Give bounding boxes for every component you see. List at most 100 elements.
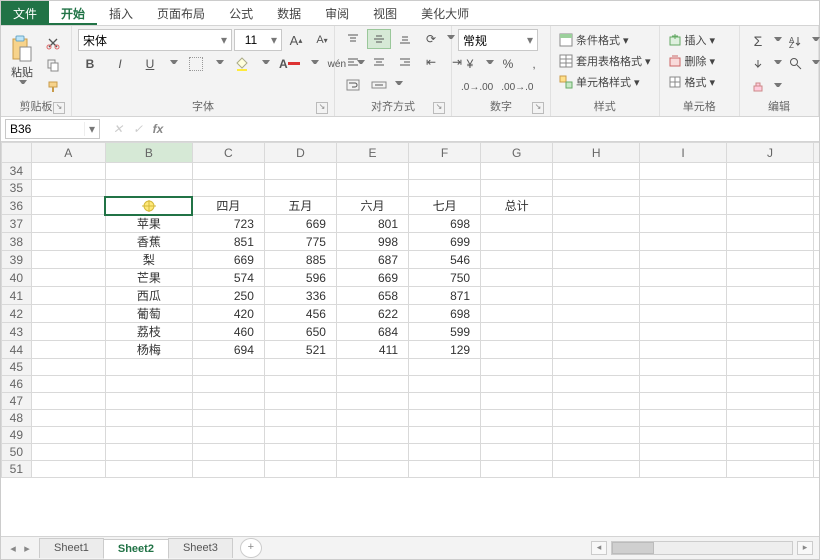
number-format-combo[interactable]: ▾ xyxy=(458,29,538,51)
comma-button[interactable]: , xyxy=(522,54,546,74)
cell-K51[interactable] xyxy=(813,461,819,478)
enter-formula-button[interactable]: ✓ xyxy=(130,122,146,136)
cell-A45[interactable] xyxy=(31,359,105,376)
cell-H46[interactable] xyxy=(553,376,640,393)
cell-A43[interactable] xyxy=(31,323,105,341)
nav-first-icon[interactable]: ◂ xyxy=(7,542,19,555)
tab-data[interactable]: 数据 xyxy=(265,1,313,25)
hscroll-track[interactable] xyxy=(611,541,793,555)
tab-beautify[interactable]: 美化大师 xyxy=(409,1,481,25)
cell-F43[interactable]: 599 xyxy=(409,323,481,341)
cell-F46[interactable] xyxy=(409,376,481,393)
cell-F44[interactable]: 129 xyxy=(409,341,481,359)
cell-E50[interactable] xyxy=(336,444,408,461)
cell-G47[interactable] xyxy=(481,393,553,410)
row-header-46[interactable]: 46 xyxy=(2,376,32,393)
cell-E38[interactable]: 998 xyxy=(336,233,408,251)
row-header-44[interactable]: 44 xyxy=(2,341,32,359)
cell-A38[interactable] xyxy=(31,233,105,251)
cell-K42[interactable] xyxy=(813,305,819,323)
cell-C34[interactable] xyxy=(192,163,264,180)
cell-A46[interactable] xyxy=(31,376,105,393)
cell-G51[interactable] xyxy=(481,461,553,478)
chevron-down-icon[interactable] xyxy=(812,60,820,68)
cell-D42[interactable]: 456 xyxy=(264,305,336,323)
cell-E48[interactable] xyxy=(336,410,408,427)
cell-H45[interactable] xyxy=(553,359,640,376)
cell-K48[interactable] xyxy=(813,410,819,427)
align-bottom-button[interactable] xyxy=(393,29,417,49)
cell-C50[interactable] xyxy=(192,444,264,461)
table-format-button[interactable]: 套用表格格式 ▾ xyxy=(557,52,653,70)
number-format-input[interactable] xyxy=(459,31,523,49)
tab-insert[interactable]: 插入 xyxy=(97,1,145,25)
cell-G49[interactable] xyxy=(481,427,553,444)
cell-D45[interactable] xyxy=(264,359,336,376)
cell-I43[interactable] xyxy=(640,323,727,341)
cell-J36[interactable] xyxy=(727,197,814,215)
dialog-launcher-icon[interactable]: ↘ xyxy=(316,102,328,114)
cell-J50[interactable] xyxy=(727,444,814,461)
align-top-button[interactable] xyxy=(341,29,365,49)
name-box-input[interactable] xyxy=(6,121,84,137)
cell-D40[interactable]: 596 xyxy=(264,269,336,287)
format-cells-button[interactable]: 格式 ▾ xyxy=(666,73,718,91)
cell-I45[interactable] xyxy=(640,359,727,376)
cell-K47[interactable] xyxy=(813,393,819,410)
sheet-tab-sheet2[interactable]: Sheet2 xyxy=(103,539,169,559)
cell-K46[interactable] xyxy=(813,376,819,393)
cell-C41[interactable]: 250 xyxy=(192,287,264,305)
formula-input[interactable] xyxy=(172,120,819,138)
row-header-34[interactable]: 34 xyxy=(2,163,32,180)
cell-B39[interactable]: 梨 xyxy=(105,251,192,269)
font-size-input[interactable] xyxy=(235,31,267,49)
cell-D39[interactable]: 885 xyxy=(264,251,336,269)
cell-F39[interactable]: 546 xyxy=(409,251,481,269)
chevron-down-icon[interactable] xyxy=(812,37,820,45)
cell-K50[interactable] xyxy=(813,444,819,461)
row-header-40[interactable]: 40 xyxy=(2,269,32,287)
decrease-indent-button[interactable]: ⇤ xyxy=(419,52,443,72)
row-header-38[interactable]: 38 xyxy=(2,233,32,251)
cell-G41[interactable] xyxy=(481,287,553,305)
cell-C44[interactable]: 694 xyxy=(192,341,264,359)
cell-I47[interactable] xyxy=(640,393,727,410)
cell-I34[interactable] xyxy=(640,163,727,180)
cell-K41[interactable] xyxy=(813,287,819,305)
cell-C36[interactable]: 四月 xyxy=(192,197,264,215)
cell-E39[interactable]: 687 xyxy=(336,251,408,269)
wrap-text-button[interactable] xyxy=(341,75,365,95)
cell-B43[interactable]: 荔枝 xyxy=(105,323,192,341)
cell-K34[interactable] xyxy=(813,163,819,180)
col-header-J[interactable]: J xyxy=(727,143,814,163)
cell-G36[interactable]: 总计 xyxy=(481,197,553,215)
row-header-50[interactable]: 50 xyxy=(2,444,32,461)
cell-I35[interactable] xyxy=(640,180,727,197)
cell-F42[interactable]: 698 xyxy=(409,305,481,323)
cell-B38[interactable]: 香蕉 xyxy=(105,233,192,251)
cut-button[interactable] xyxy=(41,33,65,53)
cell-E43[interactable]: 684 xyxy=(336,323,408,341)
cell-D51[interactable] xyxy=(264,461,336,478)
cell-C43[interactable]: 460 xyxy=(192,323,264,341)
cell-F51[interactable] xyxy=(409,461,481,478)
cell-I49[interactable] xyxy=(640,427,727,444)
cell-F50[interactable] xyxy=(409,444,481,461)
cell-D41[interactable]: 336 xyxy=(264,287,336,305)
cell-B35[interactable] xyxy=(105,180,192,197)
fill-color-button[interactable] xyxy=(230,54,254,74)
cell-F35[interactable] xyxy=(409,180,481,197)
cell-F36[interactable]: 七月 xyxy=(409,197,481,215)
cell-I50[interactable] xyxy=(640,444,727,461)
decrease-font-button[interactable]: A▾ xyxy=(310,30,334,50)
paste-button[interactable]: 粘贴 xyxy=(7,29,37,93)
tab-home[interactable]: 开始 xyxy=(49,1,97,25)
cell-J47[interactable] xyxy=(727,393,814,410)
row-header-45[interactable]: 45 xyxy=(2,359,32,376)
find-button[interactable] xyxy=(784,54,808,74)
cell-B42[interactable]: 葡萄 xyxy=(105,305,192,323)
cell-D37[interactable]: 669 xyxy=(264,215,336,233)
cell-B36[interactable] xyxy=(105,197,192,215)
cell-K43[interactable] xyxy=(813,323,819,341)
clear-button[interactable] xyxy=(746,77,770,97)
